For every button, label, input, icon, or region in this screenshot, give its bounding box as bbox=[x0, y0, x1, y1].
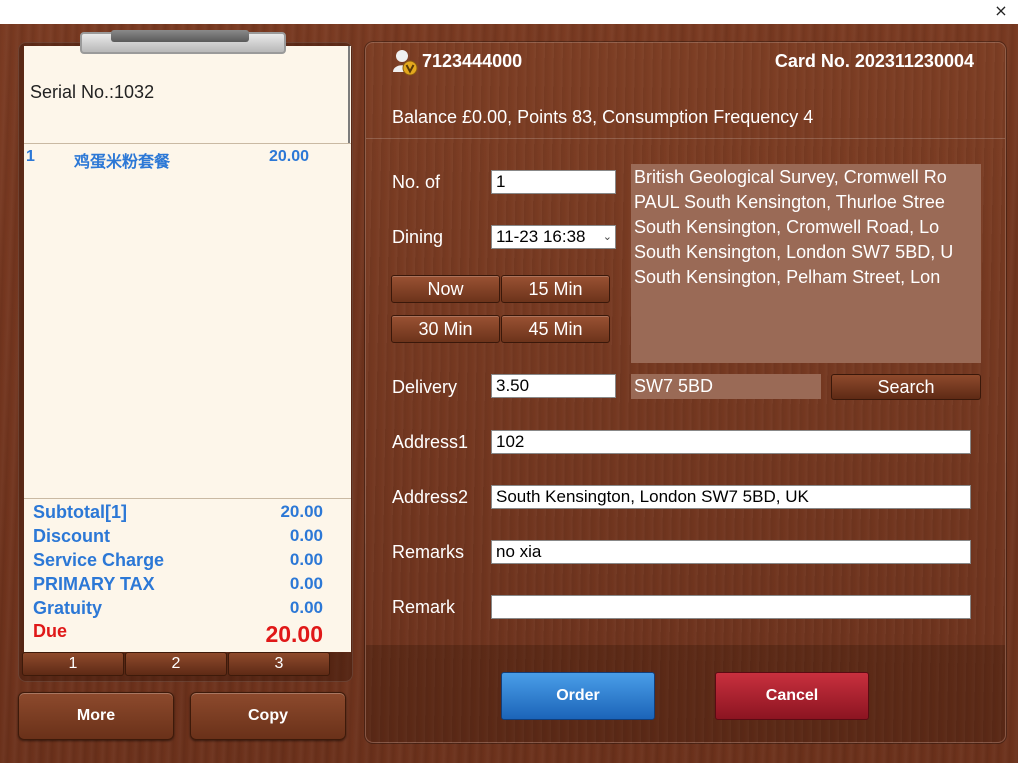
dining-time-select[interactable]: 11-23 16:38 ⌄ bbox=[491, 225, 616, 249]
card-number: Card No. 202311230004 bbox=[774, 51, 974, 71]
search-button[interactable]: Search bbox=[831, 374, 981, 400]
address2-label: Address2 bbox=[392, 487, 469, 507]
panel-footer bbox=[366, 645, 1005, 742]
customer-phone: 7123444000 bbox=[422, 51, 523, 71]
address-suggestion[interactable]: South Kensington, Pelham Street, Lon bbox=[634, 267, 940, 288]
item-qty: 1 bbox=[26, 148, 35, 165]
page-button-3[interactable]: 3 bbox=[228, 652, 330, 676]
receipt-summary: Subtotal[1] 20.00 Discount 0.00 Service … bbox=[24, 498, 351, 652]
no-of-input[interactable]: 1 bbox=[491, 170, 616, 194]
now-button[interactable]: Now bbox=[391, 275, 500, 303]
discount-label: Discount bbox=[33, 526, 111, 546]
service-charge-label: Service Charge bbox=[33, 550, 165, 570]
subtotal-row: Subtotal[1] 20.00 bbox=[33, 502, 323, 524]
title-bar: × bbox=[0, 0, 1018, 24]
remark-label: Remark bbox=[392, 597, 456, 617]
clipboard-clip-bar bbox=[111, 30, 249, 42]
dining-time-value: 11-23 16:38 bbox=[496, 227, 586, 246]
service-charge-row: Service Charge 0.00 bbox=[33, 550, 323, 572]
service-charge-value: 0.00 bbox=[289, 550, 323, 569]
gratuity-label: Gratuity bbox=[33, 598, 103, 618]
30-min-button[interactable]: 30 Min bbox=[391, 315, 500, 343]
tax-value: 0.00 bbox=[289, 574, 323, 593]
receipt-divider bbox=[24, 143, 351, 144]
address2-input[interactable]: South Kensington, London SW7 5BD, UK bbox=[491, 485, 971, 509]
cancel-button[interactable]: Cancel bbox=[715, 672, 869, 720]
member-user-icon bbox=[393, 50, 418, 76]
receipt-item-row[interactable]: 1 鸡蛋米粉套餐 20.00 bbox=[24, 148, 351, 171]
more-button[interactable]: More bbox=[18, 692, 174, 740]
copy-button[interactable]: Copy bbox=[190, 692, 346, 740]
receipt-pager: 1 2 3 bbox=[22, 652, 330, 676]
gratuity-value: 0.00 bbox=[289, 598, 323, 617]
order-button[interactable]: Order bbox=[501, 672, 655, 720]
delivery-label: Delivery bbox=[392, 377, 458, 397]
due-row: Due 20.00 bbox=[33, 621, 323, 649]
customer-balance: Balance £0.00, Points 83, Consumption Fr… bbox=[392, 107, 814, 127]
address-suggestion[interactable]: South Kensington, London SW7 5BD, U bbox=[634, 242, 953, 263]
address-suggestion[interactable]: South Kensington, Cromwell Road, Lo bbox=[634, 217, 939, 238]
due-value: 20.00 bbox=[265, 621, 323, 647]
address1-input[interactable]: 102 bbox=[491, 430, 971, 454]
receipt-edge bbox=[348, 46, 350, 144]
gratuity-row: Gratuity 0.00 bbox=[33, 598, 323, 620]
due-label: Due bbox=[33, 621, 68, 641]
serial-number: Serial No.:1032 bbox=[30, 82, 155, 102]
chevron-down-icon: ⌄ bbox=[602, 231, 612, 243]
dining-label: Dining bbox=[392, 227, 444, 247]
remarks-label: Remarks bbox=[392, 542, 465, 562]
page-button-2[interactable]: 2 bbox=[125, 652, 227, 676]
subtotal-value: 20.00 bbox=[280, 502, 323, 521]
address1-label: Address1 bbox=[392, 432, 469, 452]
address-suggestions-list[interactable]: British Geological Survey, Cromwell Ro P… bbox=[631, 164, 981, 363]
close-icon[interactable]: × bbox=[992, 2, 1010, 20]
tax-label: PRIMARY TAX bbox=[33, 574, 155, 594]
page-button-1[interactable]: 1 bbox=[22, 652, 124, 676]
address-suggestion[interactable]: PAUL South Kensington, Thurloe Stree bbox=[634, 192, 945, 213]
subtotal-label: Subtotal[1] bbox=[33, 502, 127, 522]
postcode-input[interactable]: SW7 5BD bbox=[631, 374, 821, 399]
item-price: 20.00 bbox=[269, 148, 310, 165]
discount-value: 0.00 bbox=[289, 526, 323, 545]
panel-header-divider bbox=[366, 138, 1005, 139]
remarks-input[interactable]: no xia bbox=[491, 540, 971, 564]
address-suggestion[interactable]: British Geological Survey, Cromwell Ro bbox=[634, 167, 947, 188]
item-name: 鸡蛋米粉套餐 bbox=[74, 154, 171, 171]
remark-input[interactable] bbox=[491, 595, 971, 619]
delivery-fee-input[interactable]: 3.50 bbox=[491, 374, 616, 398]
tax-row: PRIMARY TAX 0.00 bbox=[33, 574, 323, 596]
discount-row: Discount 0.00 bbox=[33, 526, 323, 548]
15-min-button[interactable]: 15 Min bbox=[501, 275, 610, 303]
no-of-label: No. of bbox=[392, 172, 441, 192]
45-min-button[interactable]: 45 Min bbox=[501, 315, 610, 343]
